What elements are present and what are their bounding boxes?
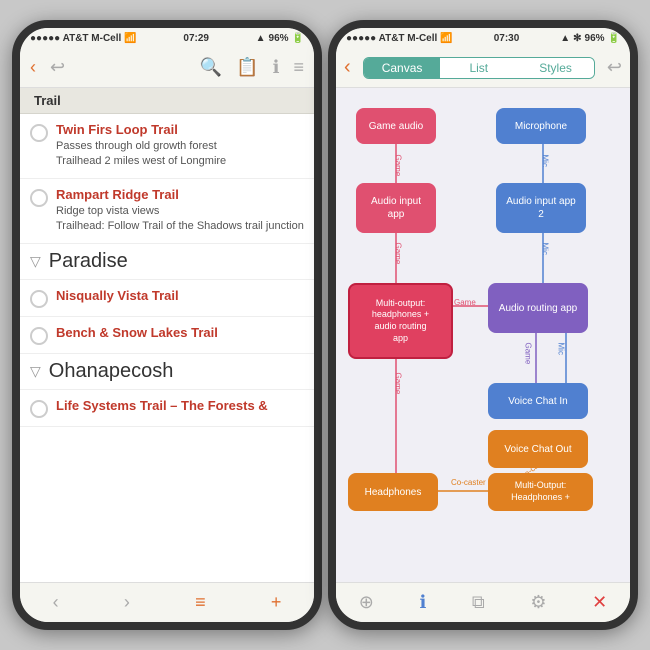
bluetooth-icon: ✻ [573,33,581,44]
battery-icon-left: 🔋 [292,33,304,44]
battery-text-right: 96% [585,33,605,44]
label-game-horiz: Game [454,298,476,307]
signal-icon-left: ▲ [256,33,266,44]
undo-button-left[interactable]: ↩ [50,57,65,78]
search-button-left[interactable]: 🔍 [200,57,222,78]
trail-content: Rampart Ridge Trail Ridge top vista view… [56,187,304,235]
node-headphones[interactable]: Headphones [348,473,438,511]
node-microphone[interactable]: Microphone [496,108,586,144]
node-audio-routing[interactable]: Audio routing app [488,283,588,333]
signal-icon-right: ▲ [560,33,570,44]
info-button-left[interactable]: ℹ [273,57,280,78]
trail-radio[interactable] [30,124,48,142]
list-item[interactable]: Nisqually Vista Trail [20,280,314,317]
list-item[interactable]: Rampart Ridge Trail Ridge top vista view… [20,179,314,244]
node-audio-input-app[interactable]: Audio input app [356,183,436,233]
status-bar-right: ●●●●● AT&T M-Cell 📶 07:30 ▲ ✻ 96% 🔋 [336,28,630,48]
carrier-left: ●●●●● AT&T M-Cell 📶 [30,33,137,44]
list-button-left[interactable]: ≡ [293,57,304,78]
trail-list: Twin Firs Loop Trail Passes through old … [20,114,314,582]
label-co-caster-2: Co-caster [451,478,486,487]
trail-radio[interactable] [30,189,48,207]
info-button-right[interactable]: ℹ [419,592,426,613]
trail-desc: Ridge top vista viewsTrailhead: Follow T… [56,204,304,235]
wifi-icon: 📶 [124,33,136,44]
trail-radio[interactable] [30,327,48,345]
list-item[interactable]: Life Systems Trail – The Forests & [20,390,314,427]
back-button-right[interactable]: ‹ [344,56,351,79]
battery-left: ▲ 96% 🔋 [256,33,304,44]
label-mic-2: Mic [541,243,550,255]
node-game-audio[interactable]: Game audio [356,108,436,144]
tab-styles[interactable]: Styles [517,58,594,78]
close-button-right[interactable]: ✕ [592,592,607,613]
duplicate-button[interactable]: ⧉ [472,592,485,613]
list-view-button[interactable]: ≡ [195,592,206,613]
group-header-paradise[interactable]: ▽ Paradise [20,244,314,280]
diagram-toolbar: ‹ Canvas List Styles ↩ [336,48,630,88]
group-title-ohanapecosh: Ohanapecosh [49,360,174,383]
trail-name: Twin Firs Loop Trail [56,122,226,137]
tab-group: Canvas List Styles [363,57,595,79]
phone-right: ●●●●● AT&T M-Cell 📶 07:30 ▲ ✻ 96% 🔋 ‹ Ca… [328,20,638,630]
trail-content: Twin Firs Loop Trail Passes through old … [56,122,226,170]
diagram-bottom: ⊕ ℹ ⧉ ⚙ ✕ [336,582,630,622]
label-mic-3: Mic [557,343,566,355]
trail-desc: Passes through old growth forestTrailhea… [56,139,226,170]
label-game-4: Game [394,373,403,395]
node-audio-input-app2[interactable]: Audio input app 2 [496,183,586,233]
trail-radio[interactable] [30,290,48,308]
trail-name: Nisqually Vista Trail [56,288,179,303]
add-shape-button[interactable]: ⊕ [359,592,374,613]
trail-name: Life Systems Trail – The Forests & [56,398,268,413]
battery-text-left: 96% [269,33,289,44]
trail-name: Bench & Snow Lakes Trail [56,325,218,340]
node-multi-output[interactable]: Multi-output:headphones +audio routingap… [348,283,453,359]
chevron-down-icon: ▽ [30,253,41,270]
group-header-ohanapecosh[interactable]: ▽ Ohanapecosh [20,354,314,390]
trail-radio[interactable] [30,400,48,418]
add-button[interactable]: + [271,592,282,613]
doc-button-left[interactable]: 📋 [236,57,258,78]
label-mic-1: Mic [541,155,550,167]
next-button[interactable]: › [124,592,130,613]
carrier-text-right: ●●●●● AT&T M-Cell [346,33,437,44]
label-game-1: Game [394,155,403,177]
list-item[interactable]: Bench & Snow Lakes Trail [20,317,314,354]
section-header: Trail [20,88,314,114]
prev-button[interactable]: ‹ [53,592,59,613]
chevron-down-icon: ▽ [30,363,41,380]
tab-list[interactable]: List [440,58,517,78]
list-item[interactable]: Twin Firs Loop Trail Passes through old … [20,114,314,179]
battery-icon-right: 🔋 [608,33,620,44]
back-button-left[interactable]: ‹ [30,57,36,78]
time-right: 07:30 [494,33,520,44]
bottom-nav-left: ‹ › ≡ + [20,582,314,622]
settings-button[interactable]: ⚙ [530,592,546,613]
time-left: 07:29 [183,33,209,44]
group-title-paradise: Paradise [49,250,128,273]
carrier-text: ●●●●● AT&T M-Cell [30,33,121,44]
node-voice-chat-in[interactable]: Voice Chat In [488,383,588,419]
wifi-icon-right: 📶 [440,33,452,44]
toolbar-left: ‹ ↩ 🔍 📋 ℹ ≡ [20,48,314,88]
label-game-2: Game [394,243,403,265]
phone-left: ●●●●● AT&T M-Cell 📶 07:29 ▲ 96% 🔋 ‹ ↩ 🔍 … [12,20,322,630]
trail-name: Rampart Ridge Trail [56,187,304,202]
status-bar-left: ●●●●● AT&T M-Cell 📶 07:29 ▲ 96% 🔋 [20,28,314,48]
node-multi-output2[interactable]: Multi-Output: Headphones + [488,473,593,511]
tab-canvas[interactable]: Canvas [364,58,441,78]
undo-button-right[interactable]: ↩ [607,57,622,78]
label-game-3: Game [524,343,533,365]
diagram-canvas[interactable]: Game audio Microphone Game Mic Audio inp… [336,88,630,582]
